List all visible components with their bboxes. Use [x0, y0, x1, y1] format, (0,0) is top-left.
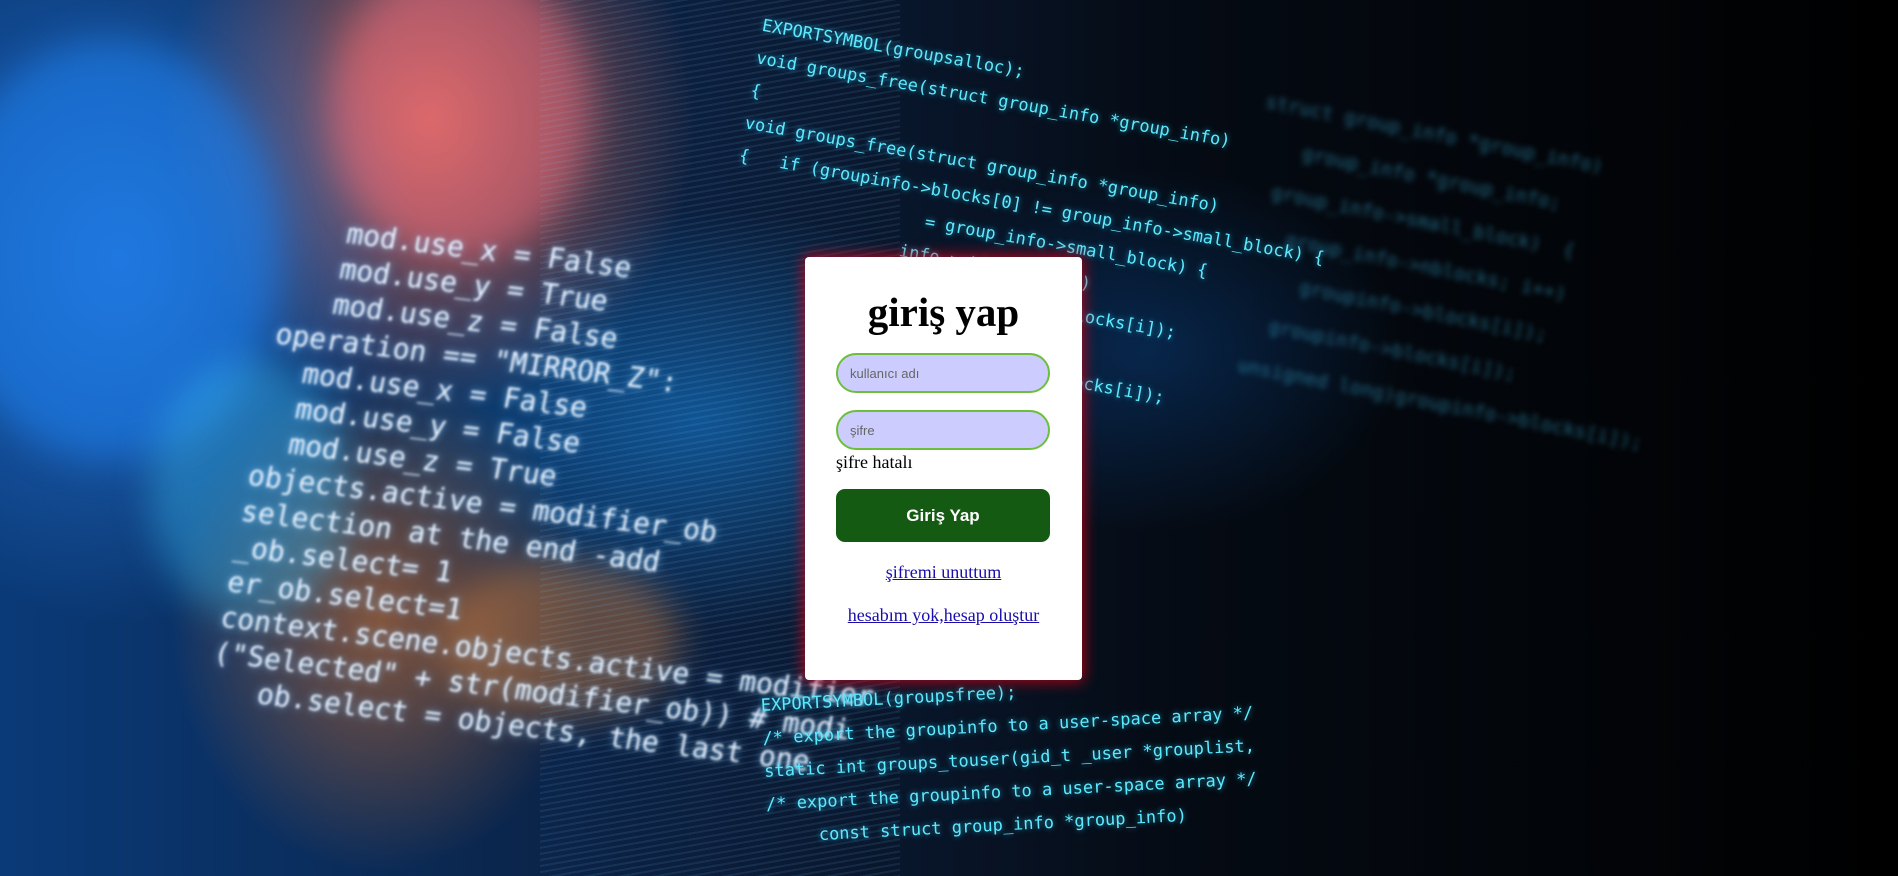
username-input[interactable] [836, 353, 1050, 393]
login-card: giriş yap şifre hatalı Giriş Yap şifremi… [805, 257, 1082, 680]
forgot-password-link[interactable]: şifremi unuttum [805, 562, 1082, 583]
login-button[interactable]: Giriş Yap [836, 489, 1050, 542]
login-title: giriş yap [867, 289, 1020, 335]
password-error-message: şifre hatalı [836, 452, 913, 472]
password-input[interactable] [836, 410, 1050, 450]
create-account-link[interactable]: hesabım yok,hesap oluştur [805, 605, 1082, 626]
background-code-bottom: EXPORTSYMBOL(groupsfree); /* export the … [760, 682, 1258, 848]
